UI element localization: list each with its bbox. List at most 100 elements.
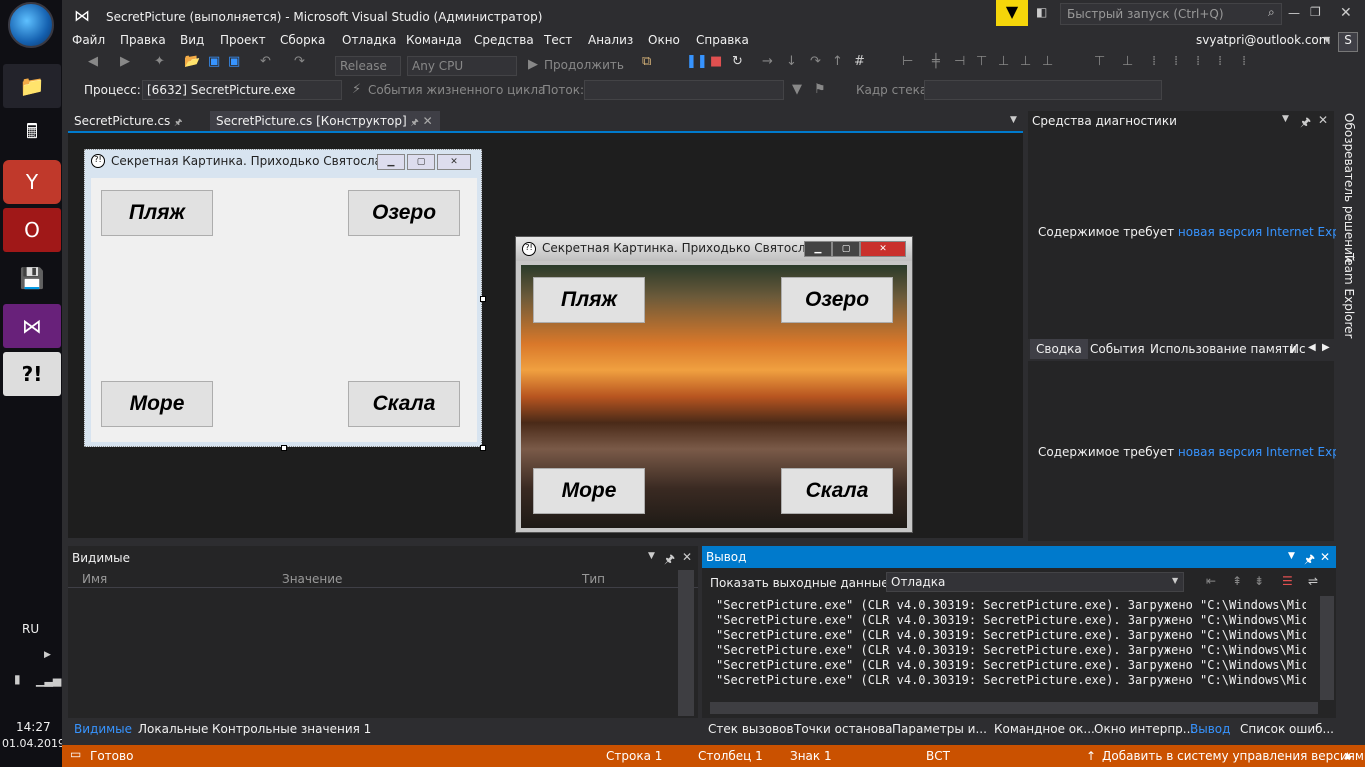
designer-sea-button[interactable]: Море: [101, 381, 213, 427]
menu-project[interactable]: Проект: [220, 33, 266, 47]
tab-error-list[interactable]: Список ошиб...: [1240, 722, 1334, 736]
tab-memory-usage[interactable]: Использование памяти: [1150, 342, 1297, 356]
user-avatar[interactable]: S: [1338, 32, 1358, 52]
app-minimize-icon[interactable]: ▁: [804, 241, 832, 257]
file-explorer-icon[interactable]: 📁: [3, 64, 61, 108]
continue-icon[interactable]: ▶: [528, 57, 538, 72]
size-to-grid-icon[interactable]: ⊥: [1122, 54, 1133, 69]
vspacing-equal-icon[interactable]: ⁞: [1196, 54, 1200, 69]
menu-help[interactable]: Справка: [696, 33, 749, 47]
menu-tools[interactable]: Средства: [474, 33, 534, 47]
undo-icon[interactable]: ↶: [260, 54, 271, 69]
step-into-icon[interactable]: ↓: [786, 54, 797, 69]
continue-button[interactable]: Продолжить: [544, 58, 624, 72]
output-hscrollbar[interactable]: [710, 702, 1318, 714]
source-control-dropdown-icon[interactable]: ▲: [1344, 751, 1351, 761]
stop-icon[interactable]: ■: [710, 54, 722, 69]
align-tops-icon[interactable]: ⊤: [976, 54, 987, 69]
tab-scroll-right-icon[interactable]: ▶: [1322, 342, 1330, 353]
tab-breakpoints[interactable]: Точки останова: [794, 722, 893, 736]
menu-window[interactable]: Окно: [648, 33, 680, 47]
align-lefts-icon[interactable]: ⊢: [902, 54, 913, 69]
save-disk-icon[interactable]: 💾: [3, 256, 61, 300]
menu-analyze[interactable]: Анализ: [588, 33, 633, 47]
resize-handle-bottom[interactable]: [281, 445, 287, 451]
navigate-back-icon[interactable]: ◀: [88, 54, 98, 69]
beach-button[interactable]: Пляж: [533, 277, 645, 323]
menu-edit[interactable]: Правка: [120, 33, 166, 47]
navigate-forward-icon[interactable]: ▶: [120, 54, 130, 69]
team-explorer-tab[interactable]: Team Explorer: [1342, 253, 1356, 339]
hex-display-icon[interactable]: #: [854, 54, 865, 69]
menu-file[interactable]: Файл: [72, 33, 105, 47]
close-icon[interactable]: ✕: [1340, 5, 1352, 21]
panel-close-icon[interactable]: ✕: [1320, 550, 1330, 564]
tab-output[interactable]: Вывод: [1190, 722, 1230, 736]
tab-exception-settings[interactable]: Параметры и...: [892, 722, 987, 736]
tab-cpu-usage[interactable]: Ис: [1290, 342, 1306, 356]
align-bottoms-icon[interactable]: ⊥: [1020, 54, 1031, 69]
hspacing-increase-icon[interactable]: ⁞: [1174, 54, 1178, 69]
panel-dropdown-icon[interactable]: ▼: [1288, 551, 1295, 561]
autos-scrollbar[interactable]: [678, 570, 694, 716]
col-value[interactable]: Значение: [282, 572, 342, 586]
menu-team[interactable]: Команда: [406, 33, 462, 47]
align-rights-icon[interactable]: ⊣: [954, 54, 965, 69]
add-to-source-control-button[interactable]: Добавить в систему управления версиями: [1102, 749, 1365, 763]
output-source-select[interactable]: Отладка: [886, 572, 1184, 592]
pause-icon[interactable]: ❚❚: [686, 54, 708, 69]
sea-button[interactable]: Море: [533, 468, 645, 514]
tab-locals[interactable]: Локальные: [138, 722, 208, 736]
notifications-icon[interactable]: ◧: [1036, 5, 1047, 19]
start-button[interactable]: [8, 2, 54, 48]
tabs-dropdown-icon[interactable]: ▼: [1010, 115, 1017, 125]
tab-command-window[interactable]: Командное ок...: [994, 722, 1095, 736]
designer-form[interactable]: Секретная Картинка. Приходько Святослав …: [84, 149, 486, 451]
word-wrap-icon[interactable]: ⇌: [1308, 574, 1318, 588]
platform-select[interactable]: Any CPU: [407, 56, 517, 76]
lake-button[interactable]: Озеро: [781, 277, 893, 323]
minimize-icon[interactable]: —: [1288, 6, 1300, 20]
tab-designer[interactable]: SecretPicture.cs [Конструктор] 🖈 ✕: [210, 111, 440, 131]
yandex-browser-icon[interactable]: Y: [3, 160, 61, 204]
flag-threads-icon[interactable]: ⚑: [814, 82, 826, 97]
hspacing-equal-icon[interactable]: ⁞: [1152, 54, 1156, 69]
process-select[interactable]: [6632] SecretPicture.exe: [142, 80, 342, 100]
tab-close-icon[interactable]: ✕: [423, 114, 433, 128]
pin-icon[interactable]: 🖈: [1300, 113, 1311, 134]
input-language[interactable]: RU: [22, 622, 39, 636]
source-control-up-icon[interactable]: ↑: [1086, 749, 1096, 763]
quick-launch-input[interactable]: Быстрый запуск (Ctrl+Q): [1060, 3, 1282, 25]
pin-icon[interactable]: 🖈: [411, 118, 419, 128]
solution-explorer-tab[interactable]: Обозреватель решений: [1342, 113, 1356, 263]
network-signal-icon[interactable]: ▁▃▅: [36, 674, 61, 687]
step-over-icon[interactable]: ↷: [810, 54, 821, 69]
tab-code-file[interactable]: SecretPicture.cs 🖈: [68, 111, 208, 131]
secret-picture-app-icon[interactable]: ?!: [3, 352, 61, 396]
menu-build[interactable]: Сборка: [280, 33, 325, 47]
tab-watch-1[interactable]: Контрольные значения 1: [212, 722, 371, 736]
col-name[interactable]: Имя: [82, 572, 107, 586]
show-next-statement-icon[interactable]: →: [762, 54, 773, 69]
opera-icon[interactable]: O: [3, 208, 61, 252]
feedback-filter-icon[interactable]: ▼: [996, 0, 1028, 26]
col-type[interactable]: Тип: [582, 572, 605, 586]
attach-process-icon[interactable]: ⧉: [642, 54, 651, 69]
align-centers-icon[interactable]: ╪: [932, 54, 940, 69]
resize-handle-right[interactable]: [480, 296, 486, 302]
visual-studio-icon[interactable]: ⋈: [3, 304, 61, 348]
next-message-icon[interactable]: ⇟: [1254, 574, 1264, 588]
rock-button[interactable]: Скала: [781, 468, 893, 514]
calculator-icon[interactable]: 🖩: [3, 112, 61, 156]
save-all-icon[interactable]: ▣: [228, 54, 240, 69]
thread-select[interactable]: [584, 80, 784, 100]
flag-filter-icon[interactable]: ▼: [792, 82, 802, 97]
tray-expand-icon[interactable]: ▶: [44, 650, 51, 660]
redo-icon[interactable]: ↷: [294, 54, 305, 69]
tab-call-stack[interactable]: Стек вызовов: [708, 722, 794, 736]
app-maximize-icon[interactable]: ▢: [832, 241, 860, 257]
panel-close-icon[interactable]: ✕: [1318, 113, 1328, 127]
designer-lake-button[interactable]: Озеро: [348, 190, 460, 236]
restore-icon[interactable]: ❐: [1310, 5, 1321, 19]
user-dropdown-icon[interactable]: ▼: [1324, 35, 1330, 44]
